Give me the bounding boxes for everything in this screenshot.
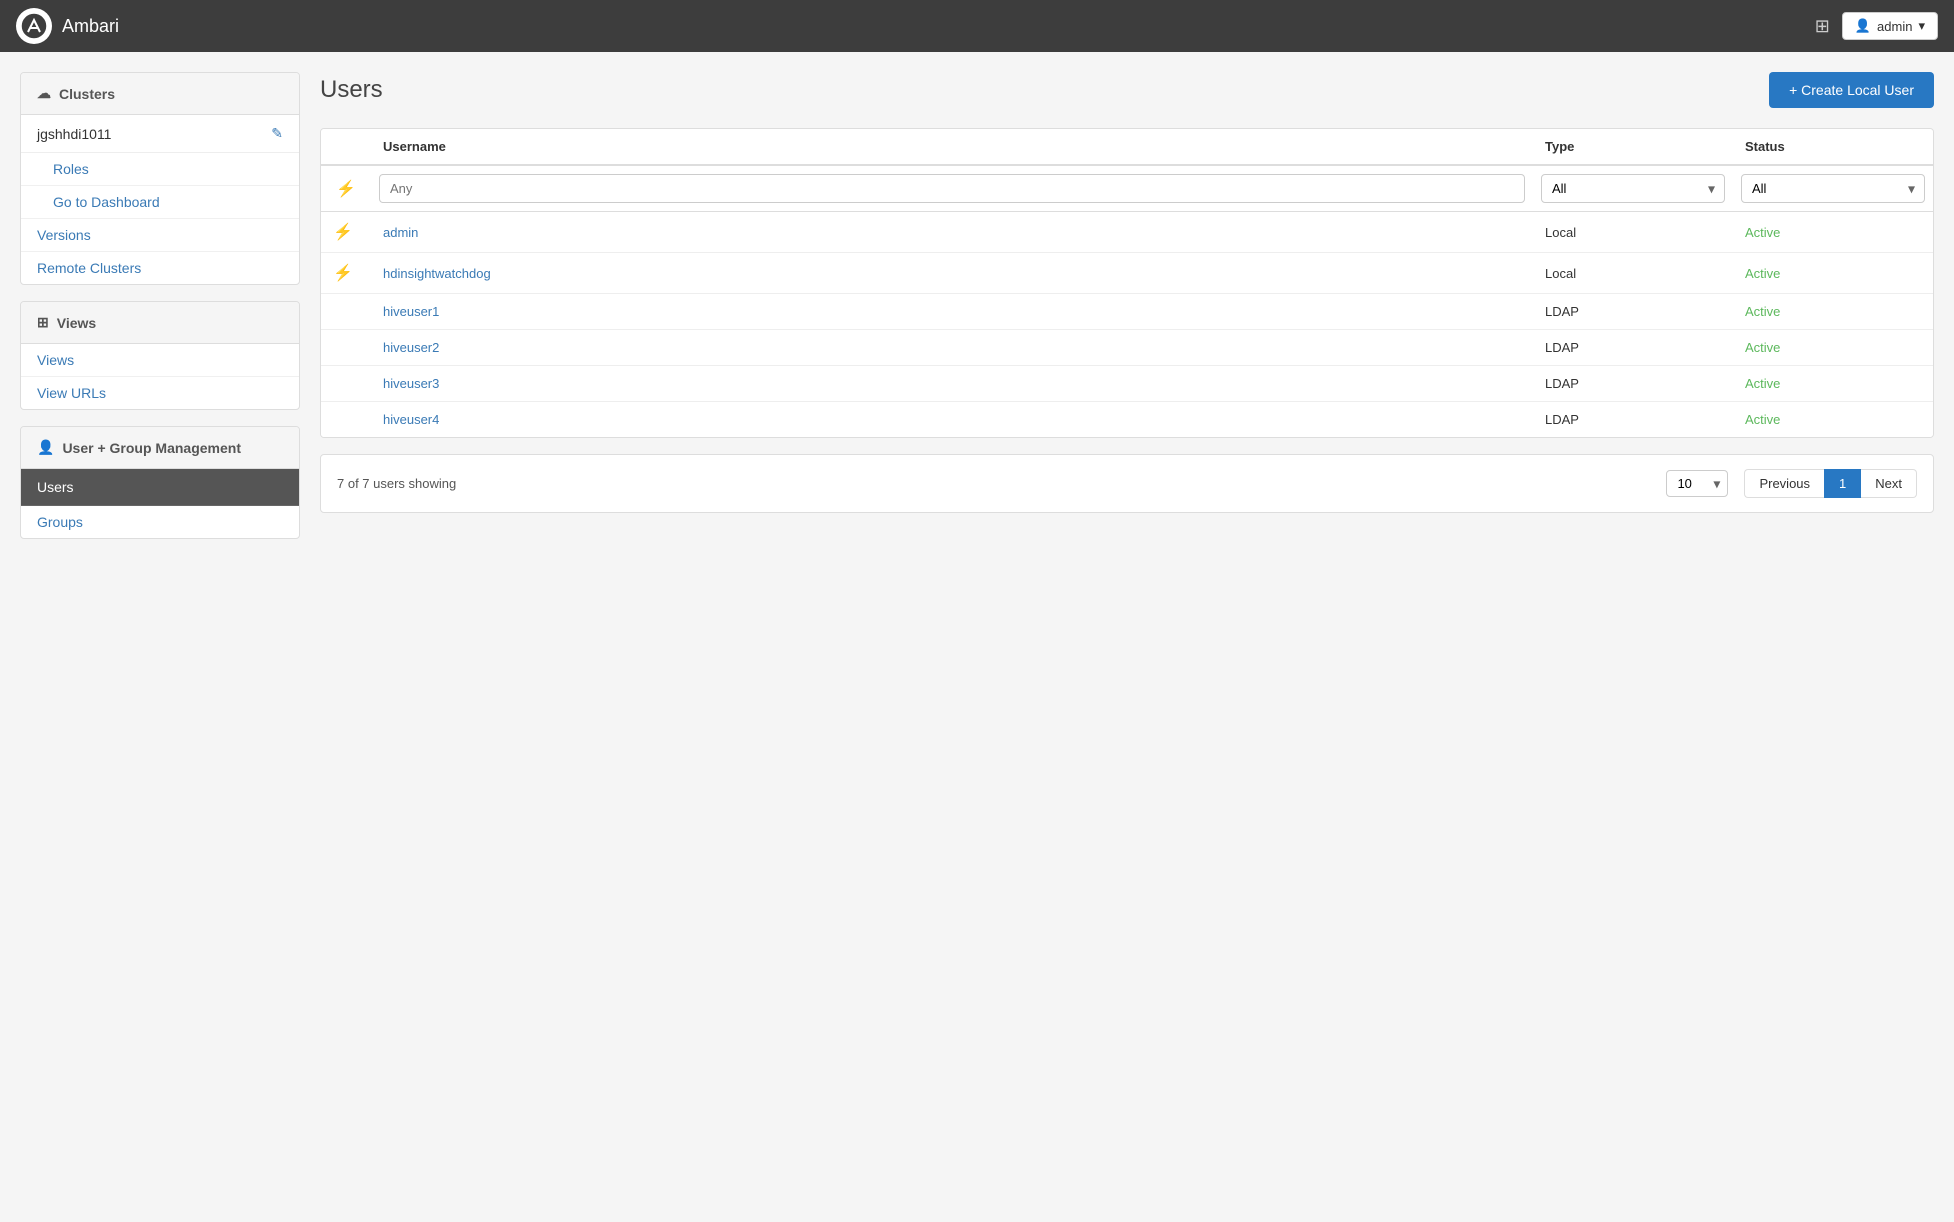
type-filter-cell: All Local LDAP bbox=[1541, 174, 1725, 203]
col-header-type: Type bbox=[1533, 139, 1733, 154]
topnav-left: Ambari bbox=[16, 8, 119, 44]
row-icon-empty bbox=[321, 340, 371, 355]
app-logo bbox=[16, 8, 52, 44]
table-row: hiveuser3 LDAP Active bbox=[321, 366, 1933, 402]
user-link-hiveuser1[interactable]: hiveuser1 bbox=[383, 304, 439, 319]
table-row: ⚡ hdinsightwatchdog Local Active bbox=[321, 253, 1933, 294]
col-header-status: Status bbox=[1733, 139, 1933, 154]
clusters-section: ☁ Clusters jgshhdi1011 ✎ Roles Go to Das… bbox=[20, 72, 300, 285]
row-icon-empty bbox=[321, 412, 371, 427]
cell-type: LDAP bbox=[1533, 376, 1733, 391]
grid-icon[interactable]: ⊞ bbox=[1815, 16, 1830, 37]
filter-bolt-icon: ⚡ bbox=[321, 174, 371, 203]
cluster-item: jgshhdi1011 ✎ bbox=[21, 115, 299, 153]
pagination-row: 7 of 7 users showing 10 25 50 100 Previo… bbox=[320, 454, 1934, 513]
admin-label: admin bbox=[1877, 19, 1912, 34]
user-link-admin[interactable]: admin bbox=[383, 225, 418, 240]
previous-page-button[interactable]: Previous bbox=[1744, 469, 1824, 498]
cell-username: hiveuser4 bbox=[371, 412, 1533, 427]
table-row: hiveuser2 LDAP Active bbox=[321, 330, 1933, 366]
admin-menu-button[interactable]: 👤 admin ▾ bbox=[1842, 12, 1938, 40]
cell-type: LDAP bbox=[1533, 340, 1733, 355]
table-row: hiveuser4 LDAP Active bbox=[321, 402, 1933, 437]
user-link-hiveuser2[interactable]: hiveuser2 bbox=[383, 340, 439, 355]
sidebar-item-views[interactable]: Views bbox=[21, 344, 299, 377]
user-link-hiveuser4[interactable]: hiveuser4 bbox=[383, 412, 439, 427]
table-row: ⚡ admin Local Active bbox=[321, 212, 1933, 253]
cell-status: Active bbox=[1733, 222, 1933, 242]
sidebar-item-remote-clusters[interactable]: Remote Clusters bbox=[21, 252, 299, 284]
cell-status: Active bbox=[1733, 412, 1933, 427]
cell-type: Local bbox=[1533, 263, 1733, 283]
cell-username: hiveuser2 bbox=[371, 340, 1533, 355]
cell-type: LDAP bbox=[1533, 304, 1733, 319]
type-filter-select[interactable]: All Local LDAP bbox=[1541, 174, 1725, 203]
cluster-name: jgshhdi1011 bbox=[37, 126, 111, 142]
row-bolt-icon: ⚡ bbox=[321, 263, 371, 283]
row-icon-empty bbox=[321, 376, 371, 391]
topnav: Ambari ⊞ 👤 admin ▾ bbox=[0, 0, 1954, 52]
row-icon-empty bbox=[321, 304, 371, 319]
dropdown-arrow: ▾ bbox=[1918, 18, 1925, 34]
pagination-buttons: Previous 1 Next bbox=[1744, 469, 1917, 498]
user-group-section: 👤 User + Group Management Users Groups bbox=[20, 426, 300, 539]
sidebar-item-dashboard[interactable]: Go to Dashboard bbox=[21, 186, 299, 219]
cell-username: hiveuser1 bbox=[371, 304, 1533, 319]
filter-row: ⚡ All Local LDAP All Active Inactive bbox=[321, 166, 1933, 212]
create-local-user-button[interactable]: + Create Local User bbox=[1769, 72, 1934, 108]
cell-status: Active bbox=[1733, 263, 1933, 283]
status-filter-cell: All Active Inactive bbox=[1741, 174, 1925, 203]
col-header-icon bbox=[321, 139, 371, 154]
user-group-icon: 👤 bbox=[37, 439, 54, 456]
clusters-label: Clusters bbox=[59, 86, 115, 102]
main-layout: ☁ Clusters jgshhdi1011 ✎ Roles Go to Das… bbox=[0, 52, 1954, 1222]
edit-cluster-icon[interactable]: ✎ bbox=[271, 125, 283, 142]
page-title: Users bbox=[320, 76, 383, 104]
pagination-summary: 7 of 7 users showing bbox=[337, 476, 456, 491]
sidebar: ☁ Clusters jgshhdi1011 ✎ Roles Go to Das… bbox=[20, 72, 300, 1202]
clusters-header: ☁ Clusters bbox=[21, 73, 299, 115]
table-header-row: Username Type Status bbox=[321, 129, 1933, 166]
views-label: Views bbox=[57, 315, 96, 331]
per-page-wrapper: 10 25 50 100 bbox=[1666, 470, 1728, 497]
cell-username: hiveuser3 bbox=[371, 376, 1533, 391]
row-bolt-icon: ⚡ bbox=[321, 222, 371, 242]
sidebar-item-versions[interactable]: Versions bbox=[21, 219, 299, 252]
pagination-controls: 10 25 50 100 Previous 1 Next bbox=[1666, 469, 1917, 498]
cell-status: Active bbox=[1733, 304, 1933, 319]
user-icon: 👤 bbox=[1855, 18, 1871, 34]
next-page-button[interactable]: Next bbox=[1861, 469, 1917, 498]
cell-username: hdinsightwatchdog bbox=[371, 263, 1533, 283]
user-link-hdinsightwatchdog[interactable]: hdinsightwatchdog bbox=[383, 266, 491, 281]
cell-username: admin bbox=[371, 222, 1533, 242]
create-btn-label: + Create Local User bbox=[1789, 82, 1914, 98]
username-filter-input[interactable] bbox=[379, 174, 1525, 203]
content-header: Users + Create Local User bbox=[320, 72, 1934, 108]
cell-type: LDAP bbox=[1533, 412, 1733, 427]
views-header: ⊞ Views bbox=[21, 302, 299, 344]
per-page-select[interactable]: 10 25 50 100 bbox=[1666, 470, 1728, 497]
topnav-right: ⊞ 👤 admin ▾ bbox=[1815, 12, 1938, 40]
user-link-hiveuser3[interactable]: hiveuser3 bbox=[383, 376, 439, 391]
username-filter-cell bbox=[371, 174, 1533, 203]
table-row: hiveuser1 LDAP Active bbox=[321, 294, 1933, 330]
cell-status: Active bbox=[1733, 340, 1933, 355]
col-header-username: Username bbox=[371, 139, 1533, 154]
views-section: ⊞ Views Views View URLs bbox=[20, 301, 300, 410]
sidebar-item-roles[interactable]: Roles bbox=[21, 153, 299, 186]
user-group-header: 👤 User + Group Management bbox=[21, 427, 299, 469]
sidebar-item-groups[interactable]: Groups bbox=[21, 506, 299, 538]
users-table: Username Type Status ⚡ All Local LDAP bbox=[320, 128, 1934, 438]
main-content: Users + Create Local User Username Type … bbox=[320, 72, 1934, 1202]
sidebar-item-view-urls[interactable]: View URLs bbox=[21, 377, 299, 409]
cell-status: Active bbox=[1733, 376, 1933, 391]
grid-views-icon: ⊞ bbox=[37, 314, 49, 331]
app-name: Ambari bbox=[62, 16, 119, 37]
current-page-button[interactable]: 1 bbox=[1824, 469, 1861, 498]
sidebar-item-users[interactable]: Users bbox=[21, 469, 299, 506]
cloud-icon: ☁ bbox=[37, 85, 51, 102]
status-filter-select[interactable]: All Active Inactive bbox=[1741, 174, 1925, 203]
cell-type: Local bbox=[1533, 222, 1733, 242]
user-group-label: User + Group Management bbox=[62, 440, 241, 456]
